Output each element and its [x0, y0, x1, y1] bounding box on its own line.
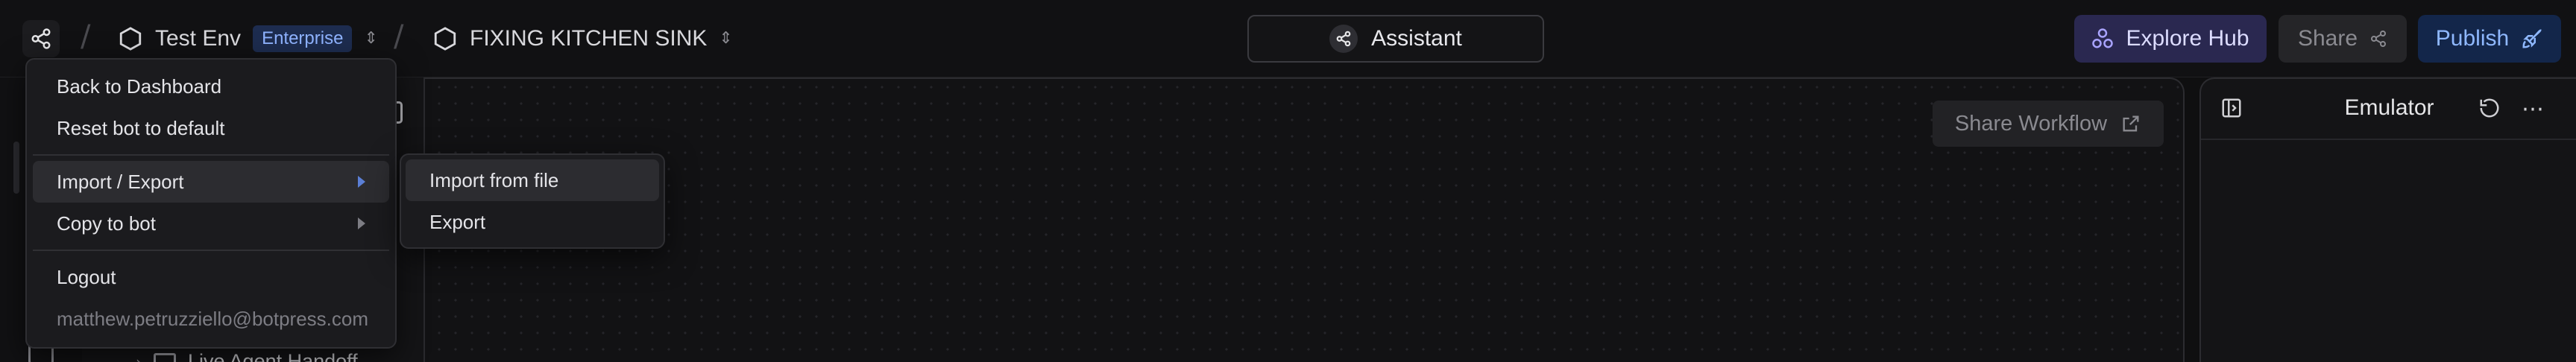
- environment-selector[interactable]: Test Env Enterprise ⇕: [118, 21, 378, 57]
- submenu-arrow-icon: [358, 176, 365, 188]
- share-workflow-button[interactable]: Share Workflow: [1933, 101, 2164, 147]
- plan-badge: Enterprise: [253, 25, 353, 52]
- breadcrumb-separator: /: [81, 19, 91, 54]
- user-email-label: matthew.petruzziello@botpress.com: [57, 307, 369, 330]
- share-icon: [2371, 31, 2387, 47]
- publish-button[interactable]: Publish: [2418, 15, 2561, 63]
- menu-item-back-to-dashboard[interactable]: Back to Dashboard: [33, 66, 389, 107]
- import-export-submenu: Import from file Export: [400, 153, 665, 249]
- explore-hub-label: Explore Hub: [2126, 26, 2249, 51]
- breadcrumb-separator: /: [394, 19, 404, 54]
- share-nodes-icon[interactable]: [22, 20, 60, 57]
- emulator-header: Emulator ⋯: [2201, 79, 2576, 140]
- chevron-right-icon: ›: [136, 352, 142, 362]
- tree-item[interactable]: › Live Agent Handoff: [136, 350, 358, 362]
- menu-item-label: Import / Export: [57, 170, 184, 193]
- folder-icon: [154, 352, 176, 362]
- assistant-label: Assistant: [1371, 26, 1462, 51]
- hub-icon: [2092, 28, 2114, 48]
- submenu-item-label: Export: [429, 210, 486, 233]
- menu-item-label: Back to Dashboard: [57, 74, 222, 98]
- submenu-item-label: Import from file: [429, 168, 559, 191]
- submenu-arrow-icon: [358, 217, 365, 229]
- hexagon-icon: [434, 27, 456, 51]
- menu-item-import-export[interactable]: Import / Export: [33, 161, 389, 203]
- share-label: Share: [2297, 26, 2358, 51]
- tree-item-label: Live Agent Handoff: [188, 350, 358, 362]
- menu-item-label: Reset bot to default: [57, 116, 225, 139]
- rail-active-indicator: [13, 142, 19, 194]
- menu-item-logout[interactable]: Logout: [33, 256, 389, 298]
- menu-item-copy-to-bot[interactable]: Copy to bot: [33, 203, 389, 244]
- publish-label: Publish: [2435, 26, 2510, 51]
- user-email: matthew.petruzziello@botpress.com: [33, 298, 389, 340]
- hexagon-icon: [119, 27, 142, 51]
- more-icon[interactable]: ⋯: [2520, 97, 2545, 122]
- submenu-item-export[interactable]: Export: [406, 201, 659, 243]
- bot-selector[interactable]: FIXING KITCHEN SINK ⇕: [432, 21, 733, 57]
- external-link-icon: [2123, 115, 2139, 132]
- refresh-icon[interactable]: [2477, 97, 2502, 122]
- menu-item-label: Logout: [57, 265, 116, 288]
- environment-name: Test Env: [155, 26, 242, 51]
- emulator-panel: Emulator ⋯: [2199, 77, 2576, 362]
- assistant-icon: [1329, 25, 1358, 53]
- bot-name: FIXING KITCHEN SINK: [470, 26, 708, 51]
- menu-divider: [33, 154, 389, 156]
- rocket-icon: [2522, 29, 2542, 48]
- menu-item-reset-bot[interactable]: Reset bot to default: [33, 107, 389, 149]
- assistant-button[interactable]: Assistant: [1247, 15, 1544, 63]
- submenu-item-import-from-file[interactable]: Import from file: [406, 159, 659, 201]
- explore-hub-button[interactable]: Explore Hub: [2074, 15, 2267, 63]
- share-workflow-label: Share Workflow: [1954, 111, 2108, 136]
- share-button[interactable]: Share: [2279, 15, 2407, 63]
- chevron-updown-icon: ⇕: [719, 29, 733, 48]
- menu-divider: [33, 250, 389, 251]
- workspace-menu: Back to Dashboard Reset bot to default I…: [25, 58, 397, 349]
- menu-item-label: Copy to bot: [57, 212, 156, 235]
- chevron-updown-icon: ⇕: [364, 29, 378, 48]
